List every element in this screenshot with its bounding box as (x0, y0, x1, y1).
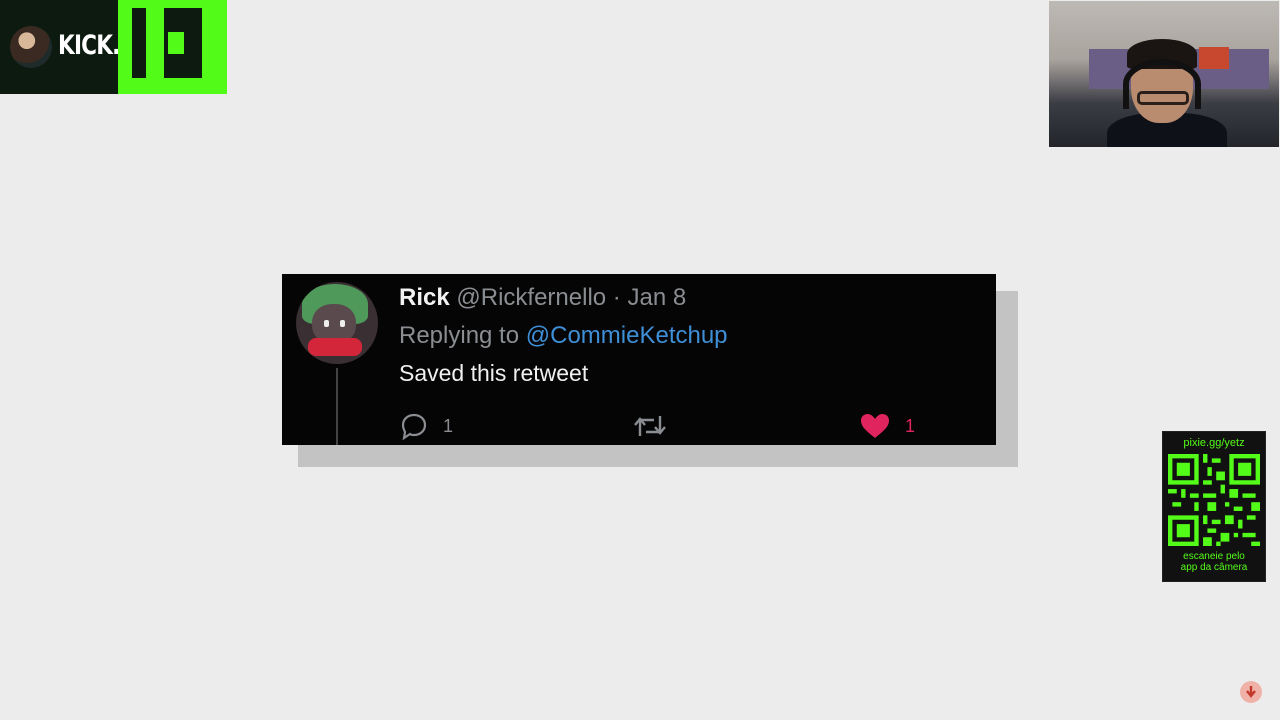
kick-banner: KICK.COM/YETZ (0, 0, 227, 94)
qr-code-icon[interactable] (1168, 454, 1260, 546)
replying-prefix: Replying to (399, 322, 520, 349)
kick-logo-icon (118, 0, 227, 94)
qr-caption-line1: escaneie pelo (1183, 551, 1245, 562)
tweet-text: Saved this retweet (399, 360, 589, 386)
arrow-glyph (1246, 686, 1256, 698)
user-handle[interactable]: @Rickfernello (456, 284, 606, 311)
reply-icon (401, 413, 427, 440)
qr-card: pixie.gg/yetz escaneie pelo app da câmer… (1162, 431, 1266, 582)
like-button[interactable]: 1 (859, 412, 915, 440)
tweet-header: Rick @Rickfernello · Jan 8 (399, 284, 686, 312)
qr-url: pixie.gg/yetz (1183, 437, 1245, 449)
tweet-date[interactable]: Jan 8 (627, 284, 686, 311)
qr-caption: escaneie pelo app da câmera (1163, 551, 1265, 573)
mention-link[interactable]: @CommieKetchup (526, 322, 728, 349)
like-count: 1 (905, 415, 916, 436)
reply-button[interactable]: 1 (399, 412, 453, 440)
heart-icon (861, 414, 889, 438)
streamer-avatar (10, 26, 52, 68)
reply-count: 1 (443, 415, 454, 436)
tweet-actions: 1 1 (399, 412, 959, 442)
retweet-icon (634, 416, 666, 436)
qr-caption-line2: app da câmera (1180, 562, 1248, 573)
user-avatar[interactable] (296, 282, 378, 364)
user-name[interactable]: Rick (399, 284, 450, 311)
separator-dot: · (612, 284, 621, 311)
replying-to-line: Replying to @CommieKetchup (399, 322, 728, 350)
down-arrow-icon[interactable] (1240, 681, 1262, 703)
webcam-feed (1049, 1, 1279, 147)
tweet-card: Rick @Rickfernello · Jan 8 Replying to @… (282, 274, 996, 445)
retweet-button[interactable] (633, 412, 667, 440)
thread-line (336, 368, 338, 445)
